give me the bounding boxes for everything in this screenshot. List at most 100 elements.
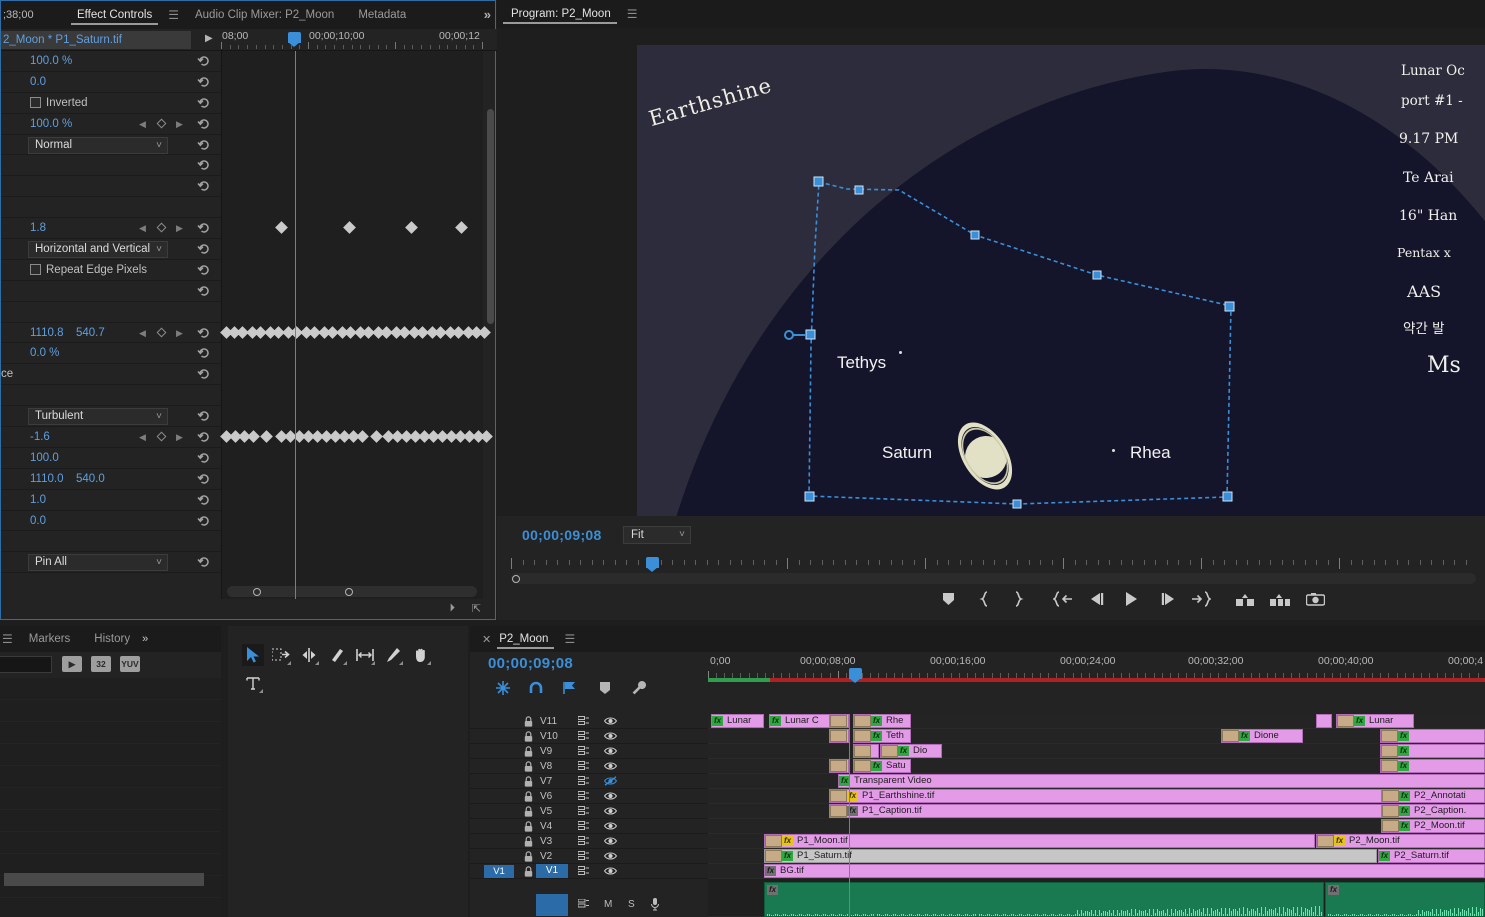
timeline-tracks-area[interactable]: fxLunarfxLunar CfxRhefxLunarfxTethfxDion… bbox=[708, 714, 1485, 917]
fx-badge-icon[interactable]: fx bbox=[1399, 791, 1410, 801]
fx-badge-icon[interactable]: fx bbox=[770, 716, 781, 726]
timeline-clip[interactable]: fxP1_Saturn.tif bbox=[764, 849, 1377, 863]
keyframe-lane[interactable] bbox=[222, 176, 484, 197]
keyframe-lane[interactable] bbox=[222, 427, 484, 448]
track-lock-icon[interactable] bbox=[524, 731, 533, 742]
mark-out-button[interactable] bbox=[1000, 586, 1034, 612]
keyframe-lane[interactable] bbox=[222, 406, 484, 427]
fx-badge-icon[interactable]: fx bbox=[782, 851, 793, 861]
reset-parameter-icon[interactable] bbox=[197, 158, 211, 172]
reset-parameter-icon[interactable] bbox=[197, 75, 211, 89]
pen-tool[interactable] bbox=[382, 644, 404, 666]
tab-markers[interactable]: Markers bbox=[17, 625, 83, 653]
property-select[interactable]: Horizontal and Vertical˅ bbox=[28, 241, 168, 258]
property-value[interactable]: 1.8 bbox=[30, 222, 46, 234]
sync-lock-icon[interactable] bbox=[578, 866, 589, 876]
timeline-clip[interactable]: fxDio bbox=[880, 744, 942, 758]
wrench-icon[interactable] bbox=[630, 680, 648, 696]
keyframe-lane[interactable] bbox=[222, 260, 484, 281]
yuv-icon[interactable]: YUV bbox=[120, 656, 140, 672]
timeline-clip[interactable]: fxSatu bbox=[853, 759, 911, 773]
magnet-icon[interactable] bbox=[527, 680, 545, 696]
keyframe-lane[interactable] bbox=[222, 114, 484, 135]
property-select[interactable]: Turbulent˅ bbox=[28, 408, 168, 425]
property-value-secondary[interactable]: 540.7 bbox=[76, 327, 105, 339]
track-lock-icon[interactable] bbox=[524, 791, 533, 802]
track-name[interactable]: V11 bbox=[540, 716, 557, 727]
property-value[interactable]: 1110.8 bbox=[30, 327, 63, 339]
sync-lock-icon[interactable] bbox=[578, 746, 589, 756]
track-lock-icon[interactable] bbox=[524, 821, 533, 832]
zoom-handle-left[interactable] bbox=[253, 588, 261, 596]
timeline-clip[interactable]: fx bbox=[1380, 729, 1485, 743]
lift-button[interactable] bbox=[1228, 586, 1262, 612]
play-stop-button[interactable] bbox=[1114, 586, 1148, 612]
zoom-handle-right[interactable] bbox=[345, 588, 353, 596]
tab-sequence-p2-moon[interactable]: P2_Moon bbox=[491, 625, 560, 653]
keyframe-marker[interactable] bbox=[455, 221, 468, 234]
reset-parameter-icon[interactable] bbox=[197, 409, 211, 423]
effect-controls-ruler[interactable]: 08;0000;00;10;0000;00;12 bbox=[221, 29, 481, 51]
effect-controls-playhead[interactable] bbox=[295, 51, 296, 599]
prev-keyframe-icon[interactable]: ◀ bbox=[139, 328, 146, 339]
export-frame-button[interactable] bbox=[1298, 586, 1332, 612]
timeline-clip[interactable]: fx bbox=[1380, 744, 1485, 758]
add-keyframe-icon[interactable] bbox=[157, 327, 167, 337]
reset-parameter-icon[interactable] bbox=[197, 221, 211, 235]
keyframe-lane[interactable] bbox=[222, 51, 484, 72]
keyframe-lane[interactable] bbox=[222, 344, 484, 365]
keyframe-lane[interactable] bbox=[222, 281, 484, 302]
add-keyframe-icon[interactable] bbox=[157, 118, 167, 128]
timeline-clip[interactable]: fxTeth bbox=[853, 729, 911, 743]
sync-lock-icon[interactable] bbox=[578, 791, 589, 801]
fx-badge-icon[interactable]: fx bbox=[871, 716, 882, 726]
add-keyframe-icon[interactable] bbox=[157, 432, 167, 442]
reset-parameter-icon[interactable] bbox=[197, 284, 211, 298]
track-lock-icon[interactable] bbox=[524, 866, 533, 877]
track-select-forward-tool[interactable] bbox=[270, 644, 292, 666]
track-visibility-toggle[interactable] bbox=[604, 731, 617, 741]
next-keyframe-icon[interactable]: ▶ bbox=[176, 432, 183, 443]
chevron-double-right-icon[interactable]: » bbox=[484, 7, 491, 22]
step-back-button[interactable] bbox=[1080, 586, 1114, 612]
keyframe-lane[interactable] bbox=[222, 365, 484, 386]
program-monitor-image[interactable]: Earthshine Tethys Saturn Rhea Lunar Ocpo… bbox=[637, 45, 1485, 516]
track-visibility-toggle[interactable] bbox=[604, 836, 617, 846]
timeline-timecode[interactable]: 00;00;09;08 bbox=[488, 655, 573, 672]
sync-lock-icon[interactable] bbox=[578, 776, 589, 786]
effect-controls-keyframe-area[interactable] bbox=[221, 51, 483, 599]
property-value[interactable]: 100.0 bbox=[30, 452, 59, 464]
list-item[interactable] bbox=[0, 722, 221, 744]
property-checkbox[interactable] bbox=[30, 264, 41, 275]
track-name[interactable]: V10 bbox=[540, 731, 558, 742]
reset-parameter-icon[interactable] bbox=[197, 117, 211, 131]
keyframe-lane[interactable] bbox=[222, 448, 484, 469]
hand-tool[interactable] bbox=[410, 644, 432, 666]
fx-badge-icon[interactable]: fx bbox=[1334, 836, 1345, 846]
keyframe-lane[interactable] bbox=[222, 302, 484, 323]
audio-clip[interactable]: fx bbox=[764, 882, 1324, 917]
fx-badge-icon[interactable]: fx bbox=[712, 716, 723, 726]
keyframe-lane[interactable] bbox=[222, 72, 484, 93]
keyframe-marker[interactable] bbox=[247, 430, 260, 443]
track-lane[interactable] bbox=[708, 819, 1485, 834]
property-value[interactable]: 0.0 bbox=[30, 76, 46, 88]
timeline-playhead-handle[interactable] bbox=[849, 668, 862, 679]
fx-badge-icon[interactable]: fx bbox=[1239, 731, 1250, 741]
ec-playhead-handle[interactable] bbox=[288, 32, 301, 43]
play-audio-icon[interactable]: ⏵ bbox=[450, 602, 456, 615]
keyframe-marker[interactable] bbox=[405, 221, 418, 234]
sync-lock-icon[interactable] bbox=[578, 806, 589, 816]
reset-parameter-icon[interactable] bbox=[197, 346, 211, 360]
reset-parameter-icon[interactable] bbox=[197, 242, 211, 256]
timeline-playhead[interactable] bbox=[849, 714, 850, 917]
timeline-ruler[interactable]: 0;0000;00;08;0000;00;16;0000;00;24;0000;… bbox=[708, 652, 1485, 680]
timeline-clip[interactable]: fxRhe bbox=[853, 714, 911, 728]
fx-badge-icon[interactable]: fx bbox=[1379, 851, 1390, 861]
sync-lock-icon[interactable] bbox=[578, 716, 589, 726]
fx-badge-icon[interactable]: fx bbox=[871, 731, 882, 741]
tab-program-monitor[interactable]: Program: P2_Moon bbox=[497, 0, 623, 28]
fx-badge-icon[interactable]: fx bbox=[1399, 806, 1410, 816]
timeline-clip[interactable] bbox=[853, 744, 879, 758]
mic-icon[interactable] bbox=[650, 898, 660, 911]
